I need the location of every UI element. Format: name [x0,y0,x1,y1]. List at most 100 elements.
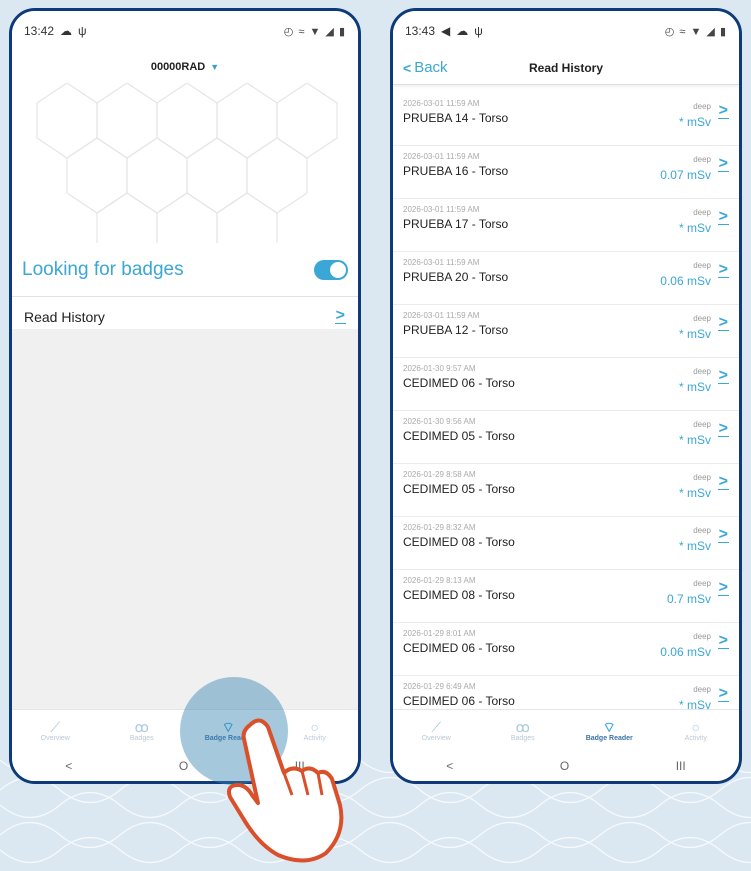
row-dose-value: 0.06 mSv [660,645,711,659]
tab-badge-reader[interactable]: ⌔ Badge Reader [566,710,653,751]
chevron-right-icon: > [717,420,729,437]
phone-read-history: 13:43 ◀ ☁ ψ ◴ ≈ ▼ ◢ ▮ < Back Read History 20… [390,8,742,784]
cloud-icon: ☁ [456,24,469,38]
usb-icon: ψ [474,24,483,38]
nav-recents-button[interactable]: III [676,759,686,773]
wifi-icon: ⌔ [602,719,616,735]
row-timestamp: 2026-03-01 11:59 AM [403,152,480,161]
row-dose-type: deep [693,155,711,164]
tab-badges[interactable]: ꝏ Badges [99,710,186,751]
caret-down-icon: ▼ [210,62,220,72]
history-row[interactable]: 2026-01-29 8:01 AM CEDIMED 06 - Torso deep… [393,623,739,676]
status-bar: 13:42 ☁ ψ ◴ ≈ ▼ ◢ ▮ [12,11,358,51]
row-dose-type: deep [693,420,711,429]
pointing-hand-icon [227,718,344,863]
chevron-right-icon: > [717,579,729,596]
row-dose-value: * mSv [678,698,711,709]
history-row[interactable]: 2026-01-30 9:56 AM CEDIMED 05 - Torso deep… [393,411,739,464]
row-dose-value: 0.06 mSv [660,274,711,288]
history-row[interactable]: 2026-03-01 11:59 AM PRUEBA 17 - Torso deep… [393,199,739,252]
history-row[interactable]: 2026-03-01 11:59 AM PRUEBA 12 - Torso deep… [393,305,739,358]
chevron-right-icon: > [717,473,729,490]
chart-line-icon: ⟋ [50,719,61,735]
status-time: 13:42 [24,24,55,38]
nav-home-button[interactable]: O [179,759,188,773]
activity-icon: ○ [691,719,700,735]
read-history-label: Read History [24,308,105,325]
row-dose-type: deep [693,579,711,588]
tab-badges[interactable]: ꝏ Badges [480,710,567,751]
chevron-left-icon: < [403,59,412,76]
device-selector[interactable]: 00000RAD ▼ [12,51,358,83]
row-dose-type: deep [693,526,711,535]
empty-area [12,329,358,709]
row-dose-type: deep [693,208,711,217]
row-dose-type: deep [693,367,711,376]
row-timestamp: 2026-03-01 11:59 AM [403,258,480,267]
chevron-right-icon: > [717,155,729,172]
row-dose-value: * mSv [678,433,711,447]
chevron-right-icon: > [717,102,729,119]
back-button[interactable]: < Back [403,59,448,76]
chevron-right-icon: > [717,314,729,331]
status-icons: ◴ ≈ ▼ ◢ ▮ [283,25,346,38]
tab-overview[interactable]: ⟋ Overview [393,710,480,751]
cloud-icon: ☁ [60,24,73,38]
device-name: 00000RAD [150,61,206,73]
nav-back-button[interactable]: < [65,759,72,773]
tab-overview[interactable]: ⟋ Overview [12,710,99,751]
chevron-right-icon: > [717,526,729,543]
toggle-knob [330,261,346,278]
navigation-icon: ◀ [441,24,451,38]
history-row[interactable]: 2026-01-29 8:13 AM CEDIMED 08 - Torso deep… [393,570,739,623]
row-dose-value: 0.07 mSv [660,168,711,182]
chevron-right-icon: > [717,208,729,225]
row-dose-value: * mSv [678,380,711,394]
row-dose-type: deep [693,473,711,482]
badges-icon: ꝏ [134,719,149,735]
row-timestamp: 2026-01-30 9:56 AM [403,417,476,426]
scan-toggle[interactable] [314,259,348,280]
row-timestamp: 2026-03-01 11:59 AM [403,205,480,214]
status-bar: 13:43 ◀ ☁ ψ ◴ ≈ ▼ ◢ ▮ [393,11,739,51]
history-row[interactable]: 2026-03-01 11:59 AM PRUEBA 16 - Torso deep… [393,146,739,199]
chevron-right-icon: > [717,367,729,384]
read-history-list: 2026-03-01 11:59 AM PRUEBA 14 - Torso deep… [393,93,739,709]
row-dose-value: * mSv [678,221,711,235]
chevron-right-icon: > [717,632,729,649]
row-timestamp: 2026-01-30 9:57 AM [403,364,476,373]
row-dose-value: * mSv [678,115,711,129]
chevron-right-icon: > [717,261,729,278]
status-time: 13:43 [405,24,436,38]
tab-activity[interactable]: ○ Activity [653,710,740,751]
row-timestamp: 2026-01-29 8:13 AM [403,576,476,585]
row-dose-type: deep [693,314,711,323]
row-timestamp: 2026-03-01 11:59 AM [403,311,480,320]
history-row[interactable]: 2026-01-29 6:49 AM CEDIMED 06 - Torso deep… [393,676,739,709]
nav-home-button[interactable]: O [560,759,569,773]
row-dose-type: deep [693,261,711,270]
row-dose-type: deep [693,685,711,694]
hexagon-pattern [12,83,358,243]
history-row[interactable]: 2026-03-01 11:59 AM PRUEBA 14 - Torso deep… [393,93,739,146]
row-timestamp: 2026-01-29 8:32 AM [403,523,476,532]
row-timestamp: 2026-03-01 11:59 AM [403,99,480,108]
row-dose-value: * mSv [678,327,711,341]
android-nav-bar: < O III [393,751,739,781]
history-row[interactable]: 2026-01-30 9:57 AM CEDIMED 06 - Torso deep… [393,358,739,411]
looking-for-badges-row: Looking for badges [12,243,358,297]
nav-back-button[interactable]: < [446,759,453,773]
row-dose-value: 0.7 mSv [666,592,711,606]
history-row[interactable]: 2026-01-29 8:58 AM CEDIMED 05 - Torso deep… [393,464,739,517]
history-row[interactable]: 2026-01-29 8:32 AM CEDIMED 08 - Torso deep… [393,517,739,570]
chevron-right-icon: > [717,685,729,702]
tab-bar: ⟋ Overview ꝏ Badges ⌔ Badge Reader ○ Activit… [393,709,739,751]
row-dose-type: deep [693,632,711,641]
row-dose-type: deep [693,102,711,111]
chart-line-icon: ⟋ [431,719,442,735]
history-row[interactable]: 2026-03-01 11:59 AM PRUEBA 20 - Torso deep… [393,252,739,305]
status-icons: ◴ ≈ ▼ ◢ ▮ [664,25,727,38]
row-dose-value: * mSv [678,539,711,553]
row-timestamp: 2026-01-29 8:01 AM [403,629,476,638]
phone-badge-reader: 13:42 ☁ ψ ◴ ≈ ▼ ◢ ▮ 00000RAD ▼ Looking fo [9,8,361,784]
